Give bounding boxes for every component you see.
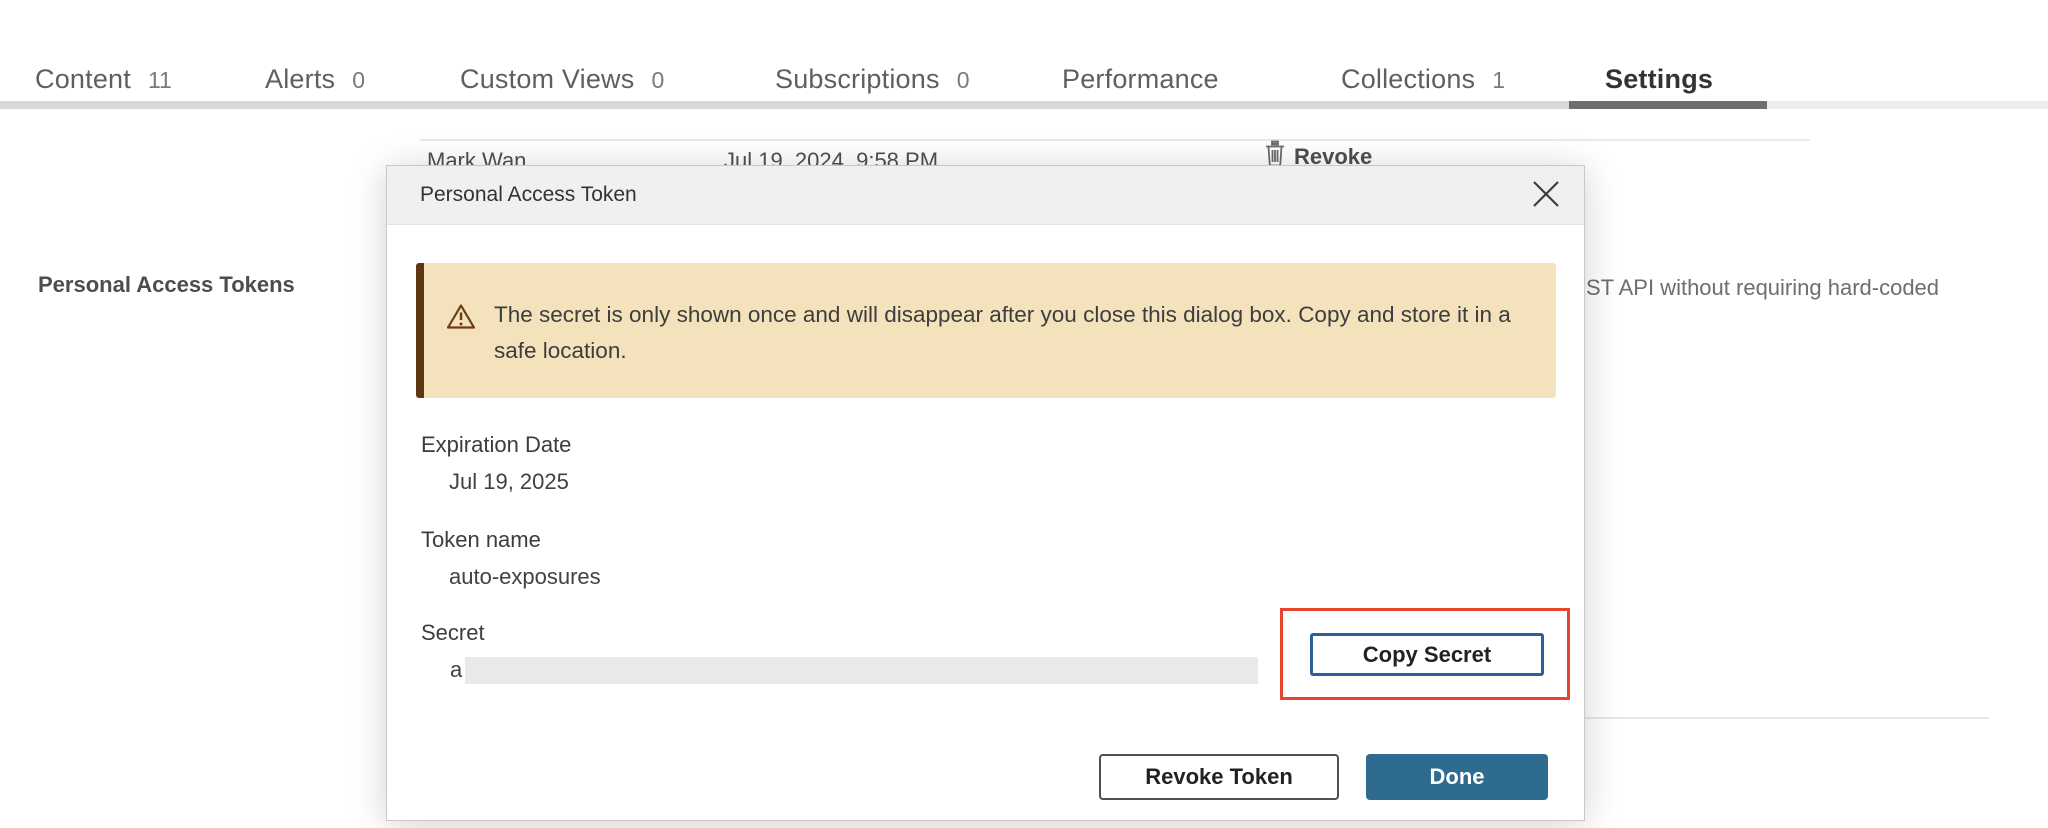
tab-count-badge: 0 xyxy=(957,67,970,94)
secret-redaction-bar xyxy=(465,657,1258,684)
tab-label: Subscriptions xyxy=(775,64,940,95)
table-header-divider xyxy=(420,139,1810,141)
section-heading: Personal Access Tokens xyxy=(38,272,295,298)
tab-label: Collections xyxy=(1341,64,1475,95)
tab-settings[interactable]: Settings xyxy=(1605,64,1713,95)
warning-text: The secret is only shown once and will d… xyxy=(494,297,1514,369)
active-tab-underline xyxy=(1569,101,1767,109)
tab-count-badge: 0 xyxy=(651,67,664,94)
section-description-fragment: ST API without requiring hard-coded xyxy=(1586,275,1939,301)
tab-label: Settings xyxy=(1605,64,1713,95)
tab-count-badge: 0 xyxy=(352,67,365,94)
copy-secret-button[interactable]: Copy Secret xyxy=(1310,633,1544,676)
secret-value-prefix: a xyxy=(450,657,462,683)
tab-content[interactable]: Content 11 xyxy=(35,64,172,95)
close-icon xyxy=(1531,179,1561,212)
tab-count-badge: 1 xyxy=(1492,67,1505,94)
personal-access-token-dialog: Personal Access Token The secret is only… xyxy=(386,165,1585,821)
revoke-token-button[interactable]: Revoke Token xyxy=(1099,754,1339,800)
token-name-value: auto-exposures xyxy=(449,564,601,590)
tab-label: Content xyxy=(35,64,131,95)
tab-count-badge: 11 xyxy=(148,67,172,94)
warning-icon xyxy=(446,303,476,335)
tab-bar: Content 11 Alerts 0 Custom Views 0 Subsc… xyxy=(0,0,2048,112)
dialog-title: Personal Access Token xyxy=(420,183,637,207)
token-name-label: Token name xyxy=(421,527,541,553)
tab-subscriptions[interactable]: Subscriptions 0 xyxy=(775,64,969,95)
expiration-date-label: Expiration Date xyxy=(421,432,571,458)
dialog-header: Personal Access Token xyxy=(387,166,1584,225)
done-button[interactable]: Done xyxy=(1366,754,1548,800)
tab-label: Performance xyxy=(1062,64,1219,95)
tab-collections[interactable]: Collections 1 xyxy=(1341,64,1505,95)
screen: Content 11 Alerts 0 Custom Views 0 Subsc… xyxy=(0,0,2048,828)
tab-performance[interactable]: Performance xyxy=(1062,64,1219,95)
tab-label: Alerts xyxy=(265,64,335,95)
close-button[interactable] xyxy=(1524,173,1568,217)
secret-label: Secret xyxy=(421,620,485,646)
tab-alerts[interactable]: Alerts 0 xyxy=(265,64,365,95)
tab-label: Custom Views xyxy=(460,64,634,95)
secret-warning-banner: The secret is only shown once and will d… xyxy=(416,263,1556,398)
expiration-date-value: Jul 19, 2025 xyxy=(449,469,569,495)
tab-custom-views[interactable]: Custom Views 0 xyxy=(460,64,664,95)
tab-bar-underline-track xyxy=(0,101,1569,109)
tab-bar-underline-track-right xyxy=(1767,101,2048,109)
